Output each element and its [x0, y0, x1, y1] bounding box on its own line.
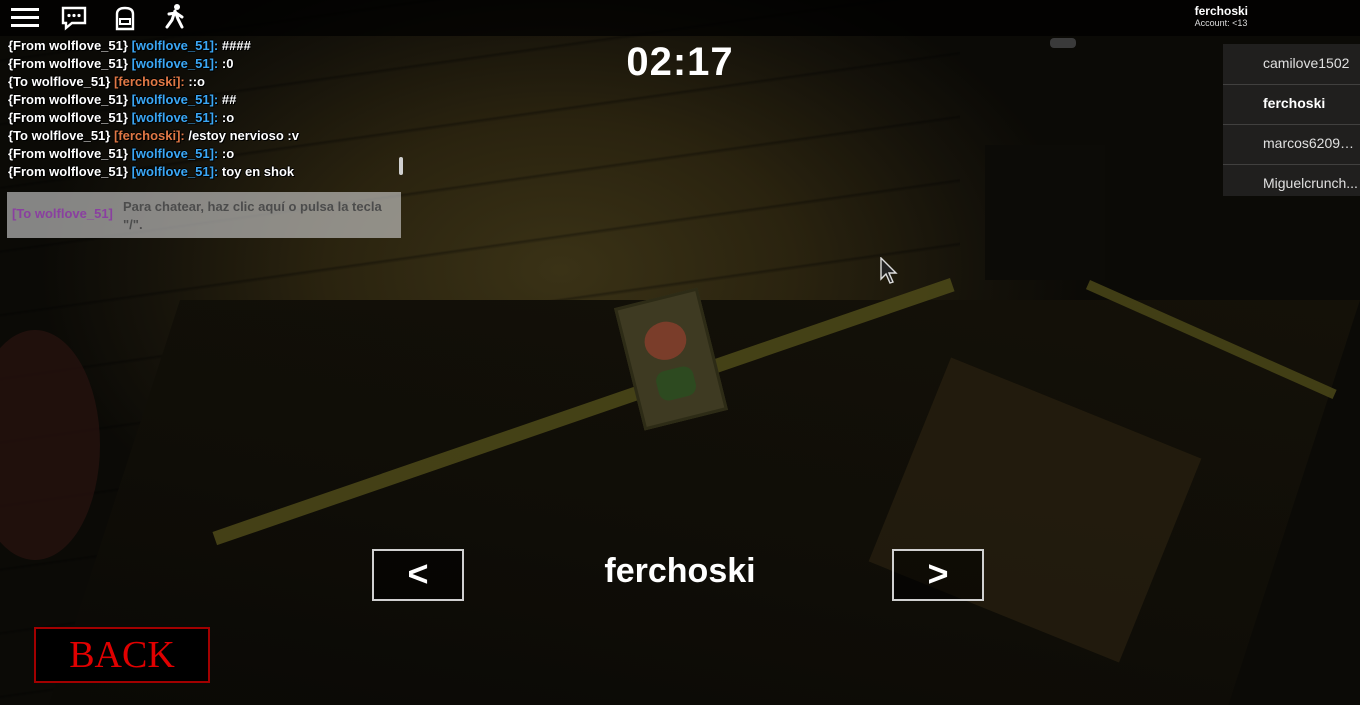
backpack-icon[interactable] [108, 2, 142, 34]
back-button[interactable]: BACK [34, 627, 210, 683]
chat-message: {From wolflove_51} [wolflove_51]: toy en… [8, 164, 295, 179]
emote-icon[interactable] [158, 2, 192, 34]
player-list[interactable]: camilove1502 ferchoski marcos6209g... Mi… [1223, 44, 1360, 196]
chat-message: {To wolflove_51} [ferchoski]: /estoy ner… [8, 128, 299, 143]
chat-scrollbar[interactable] [399, 157, 403, 175]
pig-shirt [654, 364, 699, 403]
whisper-target: [To wolflove_51] [12, 206, 113, 221]
round-timer: 02:17 [626, 40, 734, 84]
top-bar: ferchoski Account: <13 [0, 0, 1360, 36]
player-list-item-self[interactable]: ferchoski [1223, 84, 1360, 125]
mouse-cursor-icon [880, 256, 900, 290]
ceiling-lamp [1050, 38, 1076, 48]
account-name: ferchoski [1194, 4, 1248, 18]
menu-icon[interactable] [8, 2, 42, 34]
spectated-player-name: ferchoski [604, 552, 756, 590]
chat-window[interactable]: {From wolflove_51} [wolflove_51]: #### {… [0, 36, 404, 182]
player-list-item[interactable]: marcos6209g... [1223, 124, 1360, 165]
chat-message: {From wolflove_51} [wolflove_51]: :o [8, 110, 235, 125]
chat-message: {From wolflove_51} [wolflove_51]: :o [8, 146, 235, 161]
chat-input-box[interactable]: [To wolflove_51] Para chatear, haz clic … [7, 192, 401, 238]
chat-message: {To wolflove_51} [ferchoski]: ::o [8, 74, 205, 89]
chat-input-placeholder: Para chatear, haz clic aquí o pulsa la t… [123, 199, 382, 232]
chat-icon[interactable] [58, 2, 92, 34]
spectate-prev-button[interactable]: < [372, 549, 464, 601]
spectate-next-button[interactable]: > [892, 549, 984, 601]
player-list-item[interactable]: Miguelcrunch... [1223, 164, 1360, 196]
pig-face [640, 317, 691, 365]
account-info: ferchoski Account: <13 [1194, 4, 1248, 29]
chat-message: {From wolflove_51} [wolflove_51]: #### [8, 38, 251, 53]
account-age-label: Account: <13 [1194, 18, 1248, 28]
chat-message: {From wolflove_51} [wolflove_51]: ## [8, 92, 237, 107]
chat-message: {From wolflove_51} [wolflove_51]: :0 [8, 56, 234, 71]
player-list-item[interactable]: camilove1502 [1223, 44, 1360, 85]
dark-doorway [985, 145, 1105, 280]
